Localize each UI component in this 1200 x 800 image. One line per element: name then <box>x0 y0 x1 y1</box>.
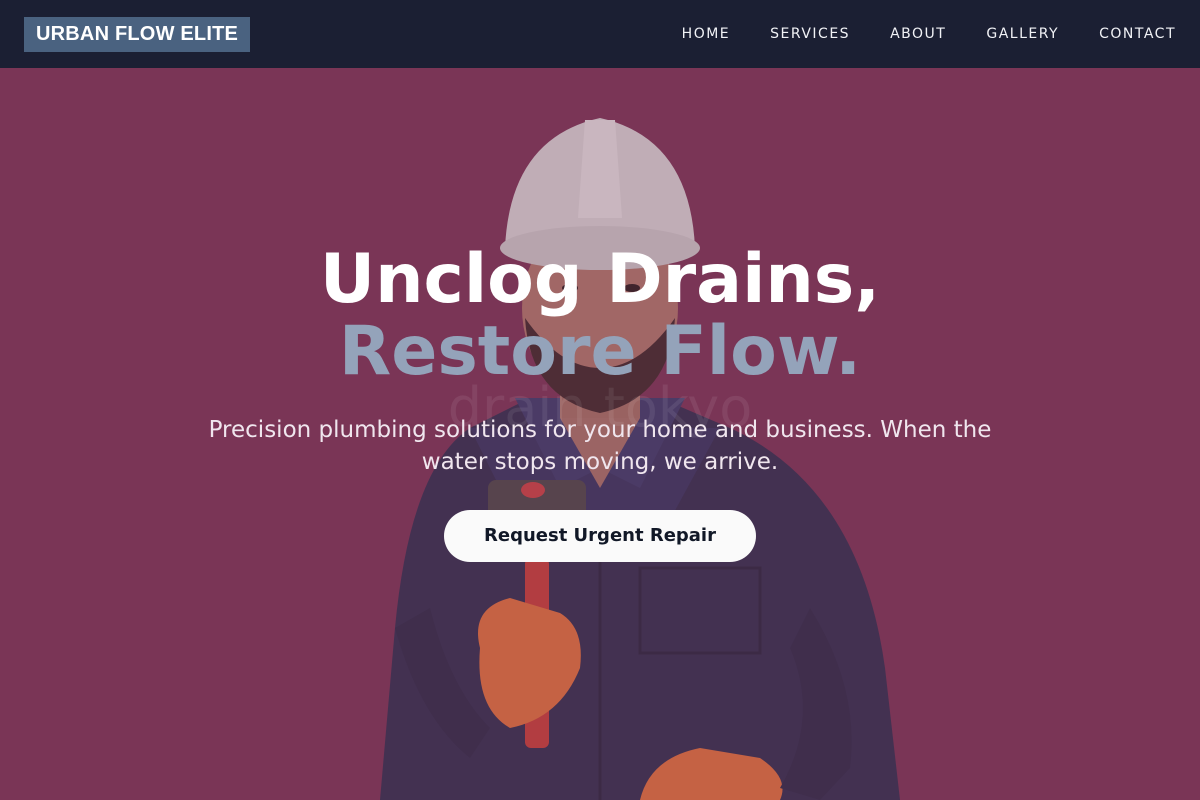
nav-link-services[interactable]: SERVICES <box>770 26 850 42</box>
hero-section: drain tokyo Unclog Drains, Restore Flow.… <box>0 68 1200 800</box>
nav-link-gallery[interactable]: GALLERY <box>986 26 1059 42</box>
headline-line-1: Unclog Drains, <box>319 240 881 319</box>
brand-logo[interactable]: URBAN FLOW ELITE <box>24 16 251 52</box>
hero-subtitle: Precision plumbing solutions for your ho… <box>208 417 992 475</box>
nav-link-contact[interactable]: CONTACT <box>1099 26 1176 42</box>
hero-headline: Unclog Drains, Restore Flow. <box>0 244 1200 388</box>
top-navbar: URBAN FLOW ELITE HOME SERVICES ABOUT GAL… <box>0 0 1200 68</box>
headline-line-2: Restore Flow. <box>338 312 862 391</box>
hero-content: Unclog Drains, Restore Flow. Precision p… <box>0 244 1200 562</box>
request-repair-button[interactable]: Request Urgent Repair <box>444 510 756 562</box>
nav-link-about[interactable]: ABOUT <box>890 26 946 42</box>
main-nav: HOME SERVICES ABOUT GALLERY CONTACT <box>642 26 1176 42</box>
nav-link-home[interactable]: HOME <box>682 26 730 42</box>
